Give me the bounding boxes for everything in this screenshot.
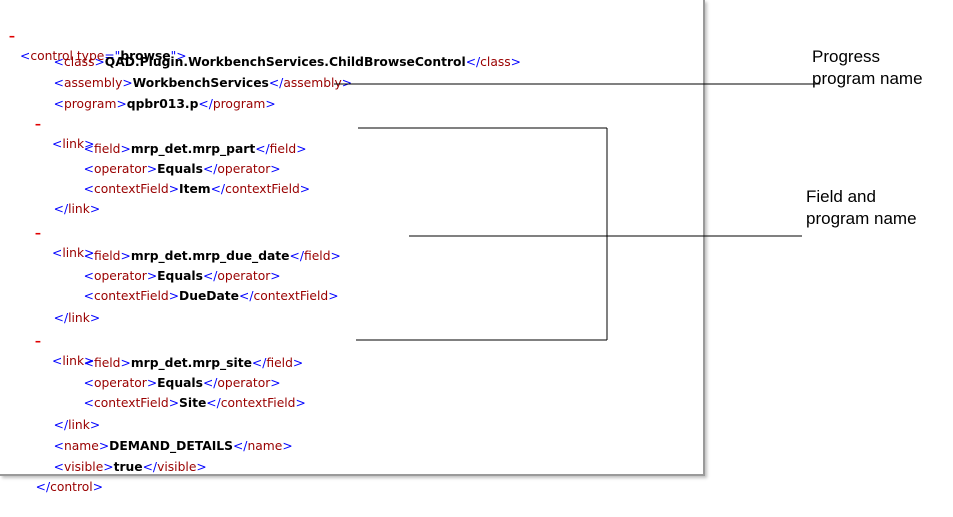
field-callout-line2: program name [806, 209, 917, 228]
program-callout-line1: Progress [812, 47, 881, 66]
field-callout-label: Field and program name [806, 186, 917, 230]
program-callout-line2: program name [812, 69, 923, 88]
field-callout-line1: Field and [806, 187, 876, 206]
program-callout-label: Progress program name [812, 46, 923, 90]
callout-lines [334, 83, 820, 341]
control-close-tag: control [50, 480, 93, 494]
